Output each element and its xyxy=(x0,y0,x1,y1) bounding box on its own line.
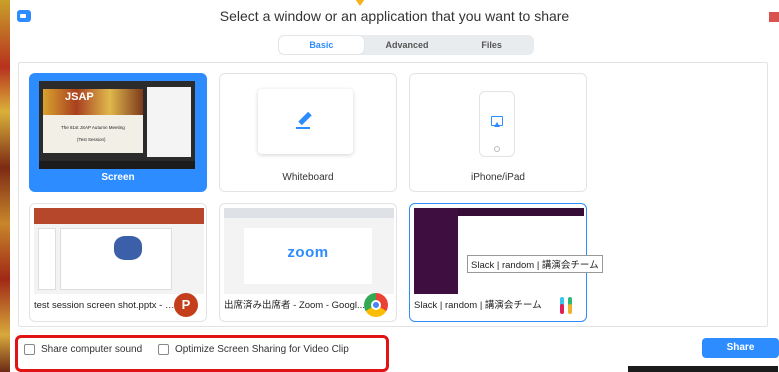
screen-tile-label: Screen xyxy=(101,172,135,183)
pointer-arrow-icon xyxy=(346,0,374,6)
ribbon xyxy=(34,208,204,224)
powerpoint-thumbnail xyxy=(34,208,204,294)
iphone-ipad-tile[interactable]: iPhone/iPad xyxy=(409,73,587,192)
chrome-thumbnail: zoom xyxy=(224,208,394,294)
share-sound-checkbox[interactable] xyxy=(24,344,35,355)
tab-advanced[interactable]: Advanced xyxy=(365,35,450,55)
chrome-window-label: 出席済み出席者 - Zoom - Googl... xyxy=(224,300,365,311)
iphone-tile-label: iPhone/iPad xyxy=(471,172,525,183)
whiteboard-card xyxy=(258,89,353,154)
slack-icon xyxy=(554,293,578,317)
slide-title: JSAP xyxy=(65,91,94,103)
powerpoint-icon: P xyxy=(174,293,198,317)
chrome-icon xyxy=(364,293,388,317)
tab-files[interactable]: Files xyxy=(449,35,534,55)
whiteboard-tile[interactable]: Whiteboard xyxy=(219,73,397,192)
zoom-logo: zoom xyxy=(287,244,329,261)
slide-preview: JSAP The 81st JSAP Autumn Meeting (Test … xyxy=(43,89,143,153)
slack-window-label: Slack | random | 講演会チーム xyxy=(414,300,542,311)
phone-icon xyxy=(479,91,515,157)
slack-mark-yellow xyxy=(568,304,572,314)
browser-tabbar xyxy=(224,208,394,218)
share-sound-option[interactable]: Share computer sound xyxy=(24,344,142,355)
pencil-stroke-icon xyxy=(296,127,310,129)
share-options-grid: JSAP The 81st JSAP Autumn Meeting (Test … xyxy=(18,62,768,327)
side-panel-preview xyxy=(147,87,191,157)
taskbar-preview xyxy=(39,161,195,169)
share-sound-label: Share computer sound xyxy=(41,344,143,355)
browser-content: zoom xyxy=(244,228,372,284)
taskbar-edge xyxy=(628,366,778,372)
slide-list xyxy=(38,228,56,290)
slide-graphic xyxy=(114,236,142,260)
home-button-icon xyxy=(494,146,500,152)
slack-thumbnail xyxy=(414,208,584,294)
slide-line-1: The 81st JSAP Autumn Meeting xyxy=(61,125,125,130)
slack-topbar xyxy=(458,208,584,216)
close-button[interactable] xyxy=(769,12,779,22)
slack-mark-red xyxy=(560,304,564,314)
powerpoint-window-tile[interactable]: test session screen shot.pptx - Po... P xyxy=(29,203,207,322)
optimize-video-option[interactable]: Optimize Screen Sharing for Video Clip xyxy=(158,344,349,355)
share-button[interactable]: Share xyxy=(702,338,779,358)
chrome-window-tile[interactable]: zoom 出席済み出席者 - Zoom - Googl... xyxy=(219,203,397,322)
background-app-strip xyxy=(0,0,10,372)
share-tabs: Basic Advanced Files xyxy=(278,35,534,55)
share-screen-dialog: Select a window or an application that y… xyxy=(10,0,779,372)
airplay-icon xyxy=(491,116,503,127)
slide-canvas xyxy=(60,228,172,290)
slide-line-2: (Test Session) xyxy=(77,137,106,142)
pencil-icon xyxy=(298,111,312,126)
whiteboard-tile-label: Whiteboard xyxy=(282,172,334,183)
tab-basic[interactable]: Basic xyxy=(279,36,364,54)
slack-tooltip: Slack | random | 講演会チーム xyxy=(467,255,603,273)
title-bar: Select a window or an application that y… xyxy=(10,0,779,32)
screen-preview: JSAP The 81st JSAP Autumn Meeting (Test … xyxy=(39,81,195,169)
slack-sidebar xyxy=(414,208,458,294)
powerpoint-window-label: test session screen shot.pptx - Po... xyxy=(34,300,178,311)
screen-tile[interactable]: JSAP The 81st JSAP Autumn Meeting (Test … xyxy=(29,73,207,192)
optimize-video-checkbox[interactable] xyxy=(158,344,169,355)
dialog-title: Select a window or an application that y… xyxy=(219,8,570,24)
optimize-video-label: Optimize Screen Sharing for Video Clip xyxy=(175,344,349,355)
